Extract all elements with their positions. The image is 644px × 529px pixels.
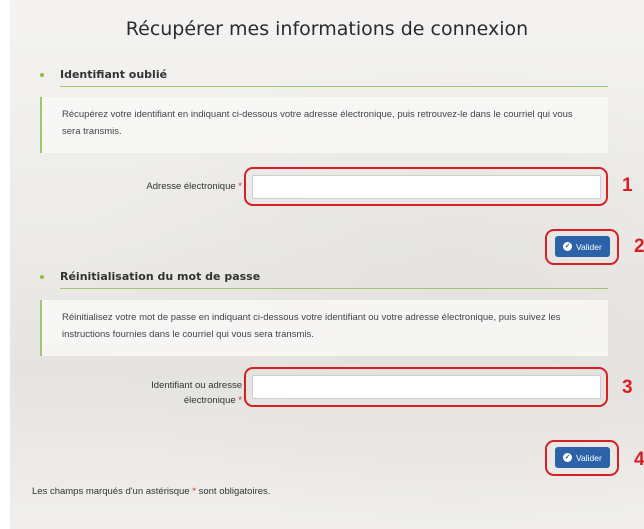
forgot-id-info-box: Récupérez votre identifiant en indiquant… (40, 97, 608, 153)
footer-note-text: Les champs marqués d'un astérisque (32, 486, 190, 497)
callout-number-2: 2 (634, 236, 644, 257)
callout-number-1: 1 (622, 175, 633, 196)
required-mark: * (192, 486, 196, 497)
required-mark: * (238, 395, 242, 406)
callout-box-2 (545, 229, 619, 265)
identifier-field-label: Identifiant ou adresse électronique * (90, 378, 242, 408)
forgot-id-heading-label: Identifiant oublié (60, 68, 168, 81)
required-fields-note: Les champs marqués d'un astérisque * son… (32, 486, 270, 497)
reset-password-heading: Réinitialisation du mot de passe (40, 270, 260, 283)
page-title: Récupérer mes informations de connexion (125, 18, 529, 40)
required-mark: * (238, 181, 242, 192)
forgot-id-heading: Identifiant oublié (40, 68, 167, 81)
callout-box-4 (545, 440, 619, 476)
reset-password-heading-label: Réinitialisation du mot de passe (60, 270, 261, 283)
callout-number-3: 3 (622, 377, 633, 398)
callout-number-4: 4 (634, 449, 644, 470)
forgot-id-description: Récupérez votre identifiant en indiquant… (62, 109, 573, 137)
footer-note-text-end: sont obligatoires. (198, 486, 271, 497)
reset-password-info-box: Réinitialisez votre mot de passe en indi… (40, 300, 608, 356)
section-divider (60, 86, 608, 87)
bullet-icon (40, 274, 44, 279)
identifier-field-label-line1: Identifiant ou adresse (151, 380, 242, 391)
identifier-field-label-line2: électronique (183, 395, 236, 406)
callout-box-3 (244, 367, 608, 407)
email-field-label: Adresse électronique * (90, 179, 242, 194)
email-field-label-text: Adresse électronique (146, 181, 236, 192)
page-header: Récupérer mes informations de connexion (10, 0, 644, 58)
callout-box-1 (244, 167, 608, 206)
section-divider (60, 288, 608, 289)
reset-password-description: Réinitialisez votre mot de passe en indi… (62, 312, 561, 340)
bullet-icon (40, 72, 44, 77)
